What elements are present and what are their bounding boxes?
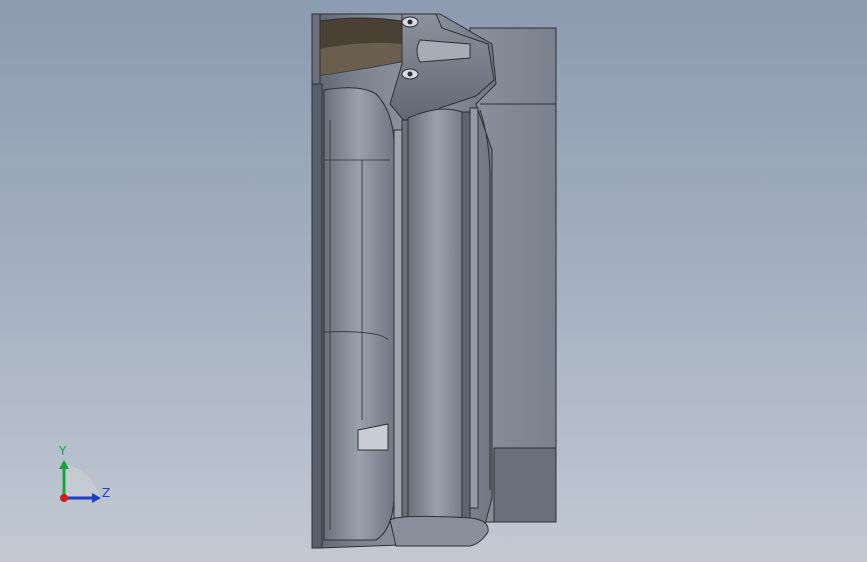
bolt-hole-top-center (407, 19, 413, 25)
ring-band (407, 108, 467, 531)
flange-slot (416, 39, 471, 63)
arrow-up-icon (59, 460, 69, 469)
groove-1 (393, 129, 403, 521)
z-axis-label: Z (102, 486, 111, 500)
triad-plane (64, 464, 100, 498)
rear-flange-step (493, 447, 557, 523)
left-face-lip (311, 13, 321, 85)
left-face (311, 83, 323, 549)
groove-4 (469, 107, 479, 509)
boss-column (323, 87, 395, 541)
origin-dot-icon (60, 494, 68, 502)
groove-3 (461, 111, 471, 521)
part-model[interactable] (0, 0, 867, 562)
graphics-viewport[interactable]: Y Z (0, 0, 867, 562)
bolt-hole-bottom-center (407, 71, 413, 77)
coordinate-triad[interactable]: Y Z (48, 440, 118, 510)
groove-2 (401, 119, 409, 531)
y-axis-label: Y (59, 444, 67, 458)
bottom-lip (389, 515, 489, 547)
